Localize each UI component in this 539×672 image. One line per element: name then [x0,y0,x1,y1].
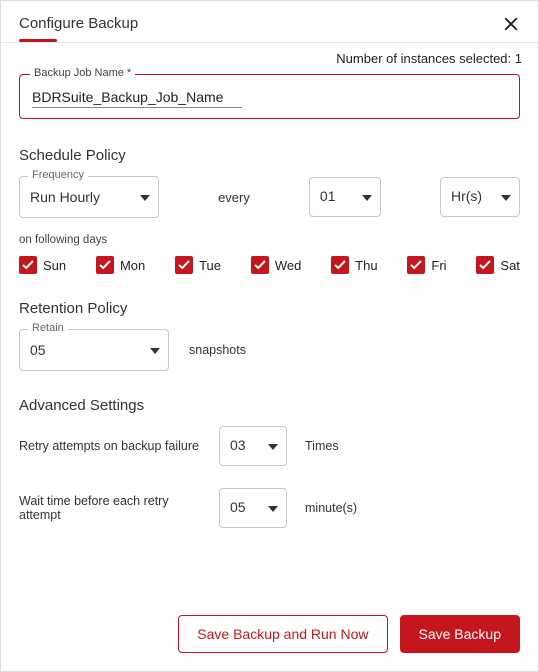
retain-label: Retain [28,322,68,334]
retain-value: 05 [30,342,46,358]
day-mon[interactable]: Mon [96,256,145,274]
day-label: Fri [431,258,446,273]
day-fri[interactable]: Fri [407,256,446,274]
times-label: Times [305,439,339,453]
retain-select[interactable]: Retain 05 [19,329,169,371]
every-value: 01 [320,188,336,204]
backup-job-name-input[interactable] [32,89,242,105]
checkbox-checked-icon [331,256,349,274]
day-sun[interactable]: Sun [19,256,66,274]
close-button[interactable] [498,11,524,42]
minutes-label: minute(s) [305,501,357,515]
day-label: Thu [355,258,377,273]
backup-job-name-label: Backup Job Name * [30,67,135,79]
save-and-run-button[interactable]: Save Backup and Run Now [178,615,387,653]
frequency-value: Run Hourly [30,189,100,205]
chevron-down-icon [140,188,150,206]
chevron-down-icon [268,499,278,517]
unit-select[interactable]: Hr(s) [440,177,520,217]
chevron-down-icon [501,188,511,206]
schedule-policy-heading: Schedule Policy [19,147,520,164]
retry-attempts-select[interactable]: 03 [219,426,287,466]
dialog-title: Configure Backup [19,15,138,42]
wait-time-label: Wait time before each retry attempt [19,494,201,522]
dialog-header: Configure Backup [1,1,538,42]
day-sat[interactable]: Sat [476,256,520,274]
retention-policy-heading: Retention Policy [19,300,520,317]
every-label: every [218,190,250,205]
frequency-label: Frequency [28,169,88,181]
day-label: Tue [199,258,221,273]
retry-attempts-label: Retry attempts on backup failure [19,439,201,453]
dialog-body: Backup Job Name * Schedule Policy Freque… [1,74,538,542]
chevron-down-icon [268,437,278,455]
frequency-select[interactable]: Frequency Run Hourly [19,176,159,218]
on-following-days-label: on following days [19,234,520,246]
checkbox-checked-icon [96,256,114,274]
day-label: Mon [120,258,145,273]
day-label: Sat [500,258,520,273]
advanced-settings-heading: Advanced Settings [19,397,520,414]
checkbox-checked-icon [175,256,193,274]
day-wed[interactable]: Wed [251,256,302,274]
wait-time-value: 05 [230,499,246,515]
title-underline [19,39,57,42]
day-label: Wed [275,258,302,273]
retry-attempts-value: 03 [230,437,246,453]
day-label: Sun [43,258,66,273]
backup-job-name-field[interactable]: Backup Job Name * [19,74,520,119]
close-icon [502,15,520,33]
every-value-select[interactable]: 01 [309,177,381,217]
snapshots-label: snapshots [189,343,246,357]
save-backup-button[interactable]: Save Backup [400,615,521,653]
chevron-down-icon [362,188,372,206]
days-row: Sun Mon Tue Wed Thu Fri [19,256,520,274]
checkbox-checked-icon [19,256,37,274]
day-thu[interactable]: Thu [331,256,377,274]
wait-time-select[interactable]: 05 [219,488,287,528]
unit-value: Hr(s) [451,188,482,204]
dialog-footer: Save Backup and Run Now Save Backup [178,615,520,653]
checkbox-checked-icon [407,256,425,274]
day-tue[interactable]: Tue [175,256,221,274]
checkbox-checked-icon [476,256,494,274]
configure-backup-dialog: Configure Backup Number of instances sel… [0,0,539,672]
checkbox-checked-icon [251,256,269,274]
chevron-down-icon [150,341,160,359]
